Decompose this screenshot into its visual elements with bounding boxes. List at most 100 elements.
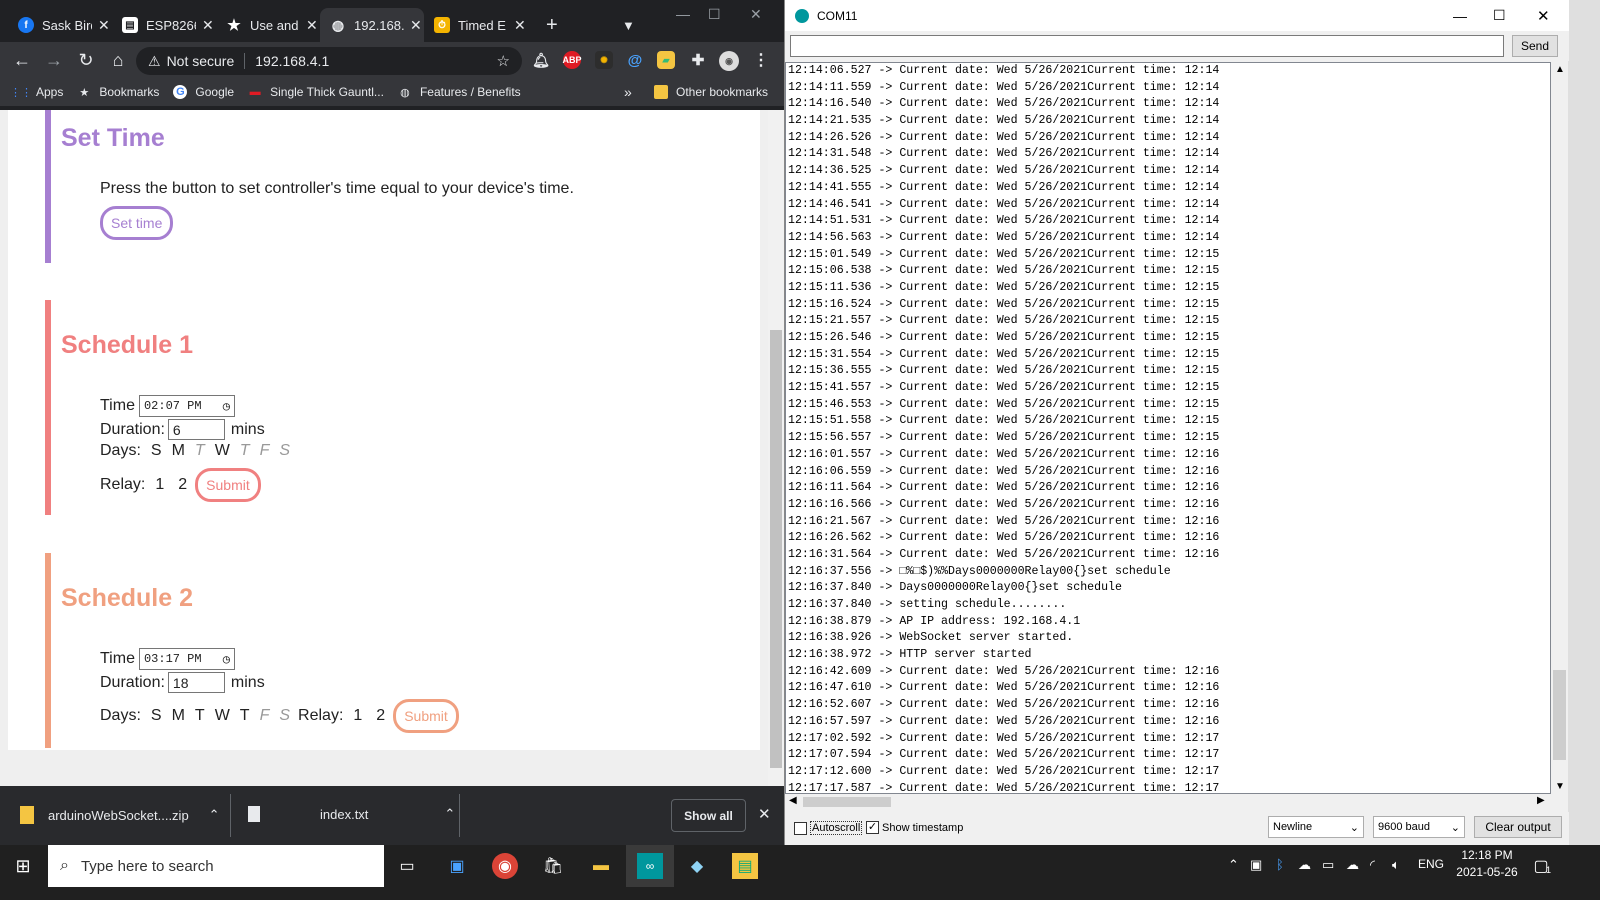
- bookmark-apps[interactable]: ⋮⋮ Apps: [10, 85, 63, 99]
- minimize-icon[interactable]: —: [676, 6, 690, 22]
- day-toggle-thu[interactable]: T: [240, 707, 250, 725]
- close-icon[interactable]: ✕: [758, 805, 771, 823]
- chevron-up-icon[interactable]: ⌃: [444, 806, 455, 822]
- day-toggle-mon[interactable]: M: [172, 707, 185, 725]
- address-bar[interactable]: ⚠ Not secure 192.168.4.1 ☆: [136, 47, 522, 75]
- chevron-left-icon[interactable]: ◀: [789, 795, 797, 806]
- chrome-icon[interactable]: ◉: [492, 853, 518, 879]
- clock-icon[interactable]: ◷: [223, 652, 230, 667]
- output-scrollbar-thumb[interactable]: [1553, 670, 1566, 760]
- adblock-icon[interactable]: ABP: [563, 51, 582, 69]
- line-ending-select[interactable]: Newline ⌄: [1268, 816, 1364, 838]
- day-toggle-sat[interactable]: S: [279, 707, 290, 725]
- tab-use-and[interactable]: ★ Use and ✕: [216, 8, 320, 42]
- close-icon[interactable]: ✕: [410, 17, 422, 34]
- windows-start-icon[interactable]: ⊞: [10, 853, 36, 879]
- show-timestamp-checkbox[interactable]: ✓ Show timestamp: [866, 821, 963, 834]
- relay-toggle-1[interactable]: 1: [353, 707, 362, 725]
- language-indicator[interactable]: ENG: [1418, 857, 1444, 871]
- download-item[interactable]: index.txt ⌃: [248, 806, 455, 822]
- chevron-down-icon[interactable]: ▼: [1555, 781, 1565, 792]
- reload-icon[interactable]: ↻: [70, 50, 102, 71]
- close-icon[interactable]: ✕: [306, 17, 318, 34]
- screen-capture-icon[interactable]: ▣: [444, 853, 470, 879]
- other-bookmarks[interactable]: Other bookmarks: [654, 85, 768, 99]
- day-toggle-tue[interactable]: T: [195, 442, 205, 460]
- tab-esp8266[interactable]: ▤ ESP8266 ✕: [112, 8, 216, 42]
- submit-button[interactable]: Submit: [195, 468, 261, 502]
- tab-timed-e[interactable]: ⏱ Timed E ✕: [424, 8, 528, 42]
- minimize-icon[interactable]: —: [1453, 8, 1467, 24]
- menu-icon[interactable]: ⋮: [752, 51, 770, 69]
- system-clock[interactable]: 12:18 PM 2021-05-26: [1448, 847, 1526, 881]
- extension-icon[interactable]: @: [626, 51, 644, 69]
- tab-sask-birds[interactable]: f Sask Birds ✕: [8, 8, 112, 42]
- puzzle-icon[interactable]: ✚: [689, 51, 707, 69]
- file-explorer-icon[interactable]: ▬: [588, 853, 614, 879]
- onedrive-icon[interactable]: ☁: [1298, 857, 1311, 873]
- time-input[interactable]: 02:07 PM ◷: [138, 395, 235, 417]
- day-toggle-wed[interactable]: W: [215, 442, 230, 460]
- day-toggle-wed[interactable]: W: [215, 707, 230, 725]
- bookmark-gauntlet[interactable]: ▬ Single Thick Gauntl...: [248, 85, 384, 99]
- maximize-icon[interactable]: ☐: [1493, 7, 1506, 24]
- day-toggle-sat[interactable]: S: [279, 442, 290, 460]
- close-icon[interactable]: ✕: [202, 17, 214, 34]
- day-toggle-mon[interactable]: M: [172, 442, 185, 460]
- clock-icon[interactable]: ◷: [223, 399, 230, 414]
- close-icon[interactable]: ✕: [98, 17, 110, 34]
- day-toggle-tue[interactable]: T: [195, 707, 205, 725]
- bookmarks-overflow[interactable]: »: [624, 84, 632, 100]
- relay-toggle-2[interactable]: 2: [376, 707, 385, 725]
- network-app-icon[interactable]: ▣: [1250, 857, 1262, 873]
- bluetooth-icon[interactable]: ᛒ: [1276, 857, 1284, 872]
- day-toggle-sun[interactable]: S: [151, 707, 162, 725]
- day-toggle-fri[interactable]: F: [260, 442, 270, 460]
- serial-output[interactable]: 12:14:06.527 -> Current date: Wed 5/26/2…: [785, 62, 1551, 794]
- drive-icon[interactable]: ▰: [657, 51, 675, 69]
- time-input[interactable]: 03:17 PM ◷: [138, 648, 235, 670]
- relay-toggle-2[interactable]: 2: [178, 476, 187, 494]
- page-scrollbar-thumb[interactable]: [770, 330, 782, 768]
- close-icon[interactable]: ✕: [514, 17, 526, 34]
- avatar[interactable]: ◉: [719, 51, 739, 71]
- day-toggle-fri[interactable]: F: [260, 707, 270, 725]
- cloud-sync-icon[interactable]: ☁: [1346, 857, 1359, 873]
- task-view-icon[interactable]: ▭: [394, 853, 420, 879]
- maximize-icon[interactable]: ☐: [708, 6, 721, 23]
- bell-icon[interactable]: 🔔︎: [532, 51, 550, 69]
- day-toggle-sun[interactable]: S: [151, 442, 162, 460]
- close-window-icon[interactable]: ✕: [750, 6, 762, 23]
- tab-192-168-4-1[interactable]: ◍ 192.168.4.1 ✕: [320, 8, 424, 42]
- bookmark-google[interactable]: G Google: [173, 85, 234, 99]
- bookmark-star-icon[interactable]: ☆: [497, 52, 510, 70]
- wifi-icon[interactable]: ◜: [1370, 857, 1375, 873]
- taskbar-search[interactable]: ⌕ Type here to search: [48, 845, 384, 887]
- close-window-icon[interactable]: ✕: [1537, 7, 1550, 25]
- clear-output-button[interactable]: Clear output: [1474, 816, 1562, 838]
- serial-input[interactable]: [790, 35, 1504, 57]
- chevron-right-icon[interactable]: ▶: [1537, 795, 1545, 806]
- bookmark-features[interactable]: ◍ Features / Benefits: [398, 85, 521, 99]
- output-hscrollbar[interactable]: ◀ ▶: [785, 794, 1551, 810]
- autoscroll-checkbox[interactable]: Autoscroll: [794, 821, 863, 835]
- day-toggle-thu[interactable]: T: [240, 442, 250, 460]
- submit-button[interactable]: Submit: [393, 699, 459, 733]
- extension-icon[interactable]: ✺: [595, 51, 613, 69]
- volume-icon[interactable]: 🔈︎: [1392, 857, 1400, 873]
- store-icon[interactable]: 🛍︎: [540, 853, 566, 879]
- bookmark-bookmarks[interactable]: ★ Bookmarks: [77, 85, 159, 99]
- forward-icon[interactable]: →: [38, 50, 70, 71]
- home-icon[interactable]: ⌂: [102, 50, 134, 71]
- duration-input[interactable]: 6: [167, 419, 225, 440]
- chevron-up-icon[interactable]: ⌃: [209, 807, 220, 823]
- download-item[interactable]: arduinoWebSocket....zip ⌃: [20, 806, 220, 824]
- app-icon[interactable]: ◆: [684, 853, 710, 879]
- output-hscrollbar-thumb[interactable]: [803, 797, 891, 807]
- show-all-button[interactable]: Show all: [671, 799, 746, 832]
- arduino-task-active[interactable]: ∞: [626, 845, 674, 887]
- duration-input[interactable]: 18: [167, 672, 225, 693]
- set-time-button[interactable]: Set time: [100, 206, 174, 240]
- relay-toggle-1[interactable]: 1: [155, 476, 164, 494]
- battery-icon[interactable]: ▭: [1322, 857, 1334, 873]
